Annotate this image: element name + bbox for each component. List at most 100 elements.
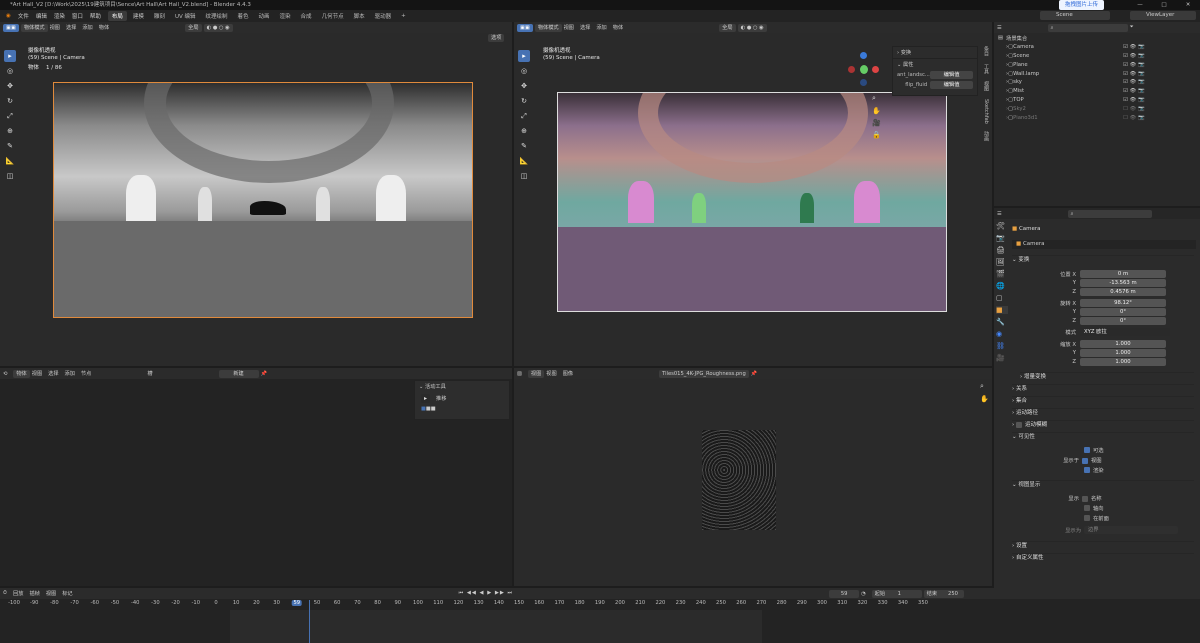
outliner-item[interactable]: › ▢ Wall.lamp ☑ 👁 📷 bbox=[998, 69, 1200, 78]
render-tab-icon[interactable]: 📷 bbox=[996, 234, 1008, 242]
image-name-field[interactable]: Tiles015_4K-JPG_Roughness.png bbox=[659, 369, 749, 378]
viewport-right[interactable]: ▣▣ 物体模式 视图 选择 添加 物体 全局 ◐ ● ○ ◉ ▸ ◎ ✥ ↻ ⤢… bbox=[514, 22, 992, 366]
current-frame-field[interactable]: 59 bbox=[829, 589, 860, 598]
menu-select[interactable]: 选择 bbox=[66, 24, 76, 31]
transform-section[interactable]: ⌄ 变换 bbox=[1012, 255, 1194, 264]
select-box-icon[interactable]: ▸ bbox=[518, 50, 530, 62]
scene-selector[interactable]: Scene bbox=[1040, 11, 1110, 20]
scale-x-field[interactable]: 1.000 bbox=[1080, 340, 1166, 348]
timeline-ruler[interactable]: -100 -90 -80 -70 -60 -50 -40 -30 -20 -10 0 10 20 30 59… bbox=[0, 600, 1200, 609]
outliner-item[interactable]: › ▢ Camera ☑ 👁 📷 bbox=[998, 43, 1200, 52]
custom-properties-section[interactable]: › 自定义属性 bbox=[1012, 553, 1194, 562]
menu-keying[interactable]: 插帧 bbox=[29, 590, 39, 597]
view-layer-tab-icon[interactable]: 🖼 bbox=[996, 258, 1008, 266]
menu-playback[interactable]: 回放 bbox=[13, 590, 23, 597]
visibility-toggles[interactable]: ☑ 👁 📷 bbox=[1123, 97, 1144, 103]
lock-icon[interactable]: 🔒 bbox=[872, 131, 881, 139]
tab-shading[interactable]: 着色 bbox=[234, 11, 253, 21]
edit-value-button[interactable]: 编辑值 bbox=[930, 81, 973, 89]
view-mode-dropdown[interactable]: 视图 bbox=[527, 369, 545, 378]
camera-view-color[interactable] bbox=[557, 92, 947, 312]
tab-sculpting[interactable]: 雕刻 bbox=[150, 11, 169, 21]
rotation-x-field[interactable]: 98.12° bbox=[1080, 299, 1166, 307]
world-tab-icon[interactable]: 🌐 bbox=[996, 282, 1008, 290]
scene-tab-icon[interactable]: 🎬 bbox=[996, 270, 1008, 278]
in-front-checkbox[interactable]: 在前面 bbox=[1084, 514, 1109, 522]
rotation-z-field[interactable]: 0° bbox=[1080, 317, 1166, 325]
menu-marker[interactable]: 标记 bbox=[62, 590, 72, 597]
settings-section[interactable]: › 设置 bbox=[1012, 541, 1194, 550]
playhead[interactable] bbox=[309, 600, 310, 643]
rotation-y-field[interactable]: 0° bbox=[1080, 308, 1166, 316]
new-material-button[interactable]: 新建 bbox=[218, 369, 259, 378]
editor-type-icon[interactable]: ▨ bbox=[517, 371, 522, 377]
add-cube-icon[interactable]: ◫ bbox=[518, 170, 530, 182]
shading-buttons[interactable]: ◐ ● ○ ◉ bbox=[203, 23, 233, 32]
scale-y-field[interactable]: 1.000 bbox=[1080, 349, 1166, 357]
menu-render[interactable]: 渲染 bbox=[54, 12, 65, 20]
sidetab-view[interactable]: 视图 bbox=[983, 81, 989, 91]
display-as-dropdown[interactable]: 边界 bbox=[1084, 526, 1178, 534]
tweak-tool-icon[interactable]: ▸ bbox=[421, 394, 430, 403]
outliner-item[interactable]: › ▢ Plane ☑ 👁 📷 bbox=[998, 60, 1200, 69]
collections-section[interactable]: › 集合 bbox=[1012, 396, 1194, 405]
edit-value-button[interactable]: 编辑值 bbox=[930, 71, 973, 79]
maximize-button[interactable]: □ bbox=[1152, 0, 1176, 10]
tab-layout[interactable]: 布局 bbox=[107, 11, 127, 21]
node-editor[interactable]: ⟲ 物体 视图 选择 添加 节点 槽 新建 📌 ⌄ 活动工具 ▸ 推移 ■■■ bbox=[0, 368, 512, 586]
y-axis-icon[interactable] bbox=[860, 65, 868, 74]
zoom-icon[interactable]: ⌕ bbox=[872, 94, 881, 103]
physics-tab-icon[interactable]: ◉ bbox=[996, 330, 1008, 338]
outliner-search[interactable]: ⌕ bbox=[1047, 23, 1128, 32]
menu-view[interactable]: 视图 bbox=[32, 370, 42, 377]
neg-z-axis-icon[interactable] bbox=[860, 79, 867, 86]
tab-modeling[interactable]: 建模 bbox=[129, 11, 148, 21]
visibility-toggles[interactable]: ☑ 👁 📷 bbox=[1123, 88, 1144, 94]
visibility-toggles[interactable]: ☑ 👁 📷 bbox=[1123, 71, 1144, 77]
neg-x-axis-icon[interactable] bbox=[848, 66, 855, 73]
menu-add[interactable]: 添加 bbox=[596, 24, 606, 31]
location-x-field[interactable]: 0 m bbox=[1080, 270, 1166, 278]
move-icon[interactable]: ✥ bbox=[518, 80, 530, 92]
datablock-field[interactable]: ■ Camera bbox=[1012, 240, 1196, 249]
tab-geometry-nodes[interactable]: 几何节点 bbox=[318, 11, 348, 21]
data-tab-icon[interactable]: 🎥 bbox=[996, 354, 1008, 362]
visibility-section[interactable]: ⌄ 可见性 bbox=[1012, 432, 1194, 441]
select-mode-icons[interactable]: ■■■ bbox=[415, 405, 509, 413]
visibility-toggles[interactable]: ☐ 👁 📷 bbox=[1123, 106, 1144, 112]
annotate-icon[interactable]: ✎ bbox=[518, 140, 530, 152]
menu-image[interactable]: 图像 bbox=[563, 370, 573, 377]
clock-icon[interactable]: ◔ bbox=[861, 591, 866, 597]
menu-view[interactable]: 视图 bbox=[564, 24, 574, 31]
visibility-toggles[interactable]: ☑ 👁 📷 bbox=[1123, 53, 1144, 59]
n-panel-properties[interactable]: ⌄ 属性 bbox=[893, 59, 977, 70]
object-mode-dropdown[interactable]: 物体模式 bbox=[20, 23, 48, 32]
menu-help[interactable]: 帮助 bbox=[90, 12, 101, 20]
menu-view[interactable]: 视图 bbox=[50, 24, 60, 31]
select-box-icon[interactable]: ▸ bbox=[4, 50, 16, 62]
menu-object[interactable]: 物体 bbox=[613, 24, 623, 31]
scale-z-field[interactable]: 1.000 bbox=[1080, 358, 1166, 366]
pin-icon[interactable]: 📌 bbox=[261, 371, 267, 377]
menu-view[interactable]: 视图 bbox=[546, 370, 556, 377]
sidetab-animation[interactable]: 动画 bbox=[983, 131, 989, 141]
scene-collection-row[interactable]: ▤ 场景集合 bbox=[998, 34, 1200, 43]
annotate-icon[interactable]: ✎ bbox=[4, 140, 16, 152]
transform-icon[interactable]: ⊕ bbox=[4, 125, 16, 137]
minimize-button[interactable]: — bbox=[1128, 0, 1152, 10]
viewport-checkbox[interactable]: 视图 bbox=[1082, 456, 1102, 464]
rotate-icon[interactable]: ↻ bbox=[4, 95, 16, 107]
end-frame-field[interactable]: 结束 250 bbox=[923, 589, 964, 598]
collection-tab-icon[interactable]: ▢ bbox=[996, 294, 1008, 302]
sidetab-item[interactable]: 条目 bbox=[983, 46, 989, 56]
constraint-tab-icon[interactable]: ⛓ bbox=[996, 342, 1008, 350]
rotation-mode-dropdown[interactable]: XYZ 欧拉 bbox=[1080, 328, 1170, 336]
camera-view-grey[interactable] bbox=[53, 82, 473, 318]
render-checkbox[interactable]: 渲染 bbox=[1084, 466, 1104, 474]
tab-scripting[interactable]: 脚本 bbox=[350, 11, 369, 21]
sidetab-tool[interactable]: 工具 bbox=[983, 64, 989, 74]
upload-button[interactable]: 拖拽图片上传 bbox=[1059, 0, 1105, 10]
pan-hand-icon[interactable]: ✋ bbox=[980, 395, 989, 403]
axes-checkbox[interactable]: 轴向 bbox=[1084, 504, 1104, 512]
zoom-icon[interactable]: ⌕ bbox=[980, 382, 989, 391]
